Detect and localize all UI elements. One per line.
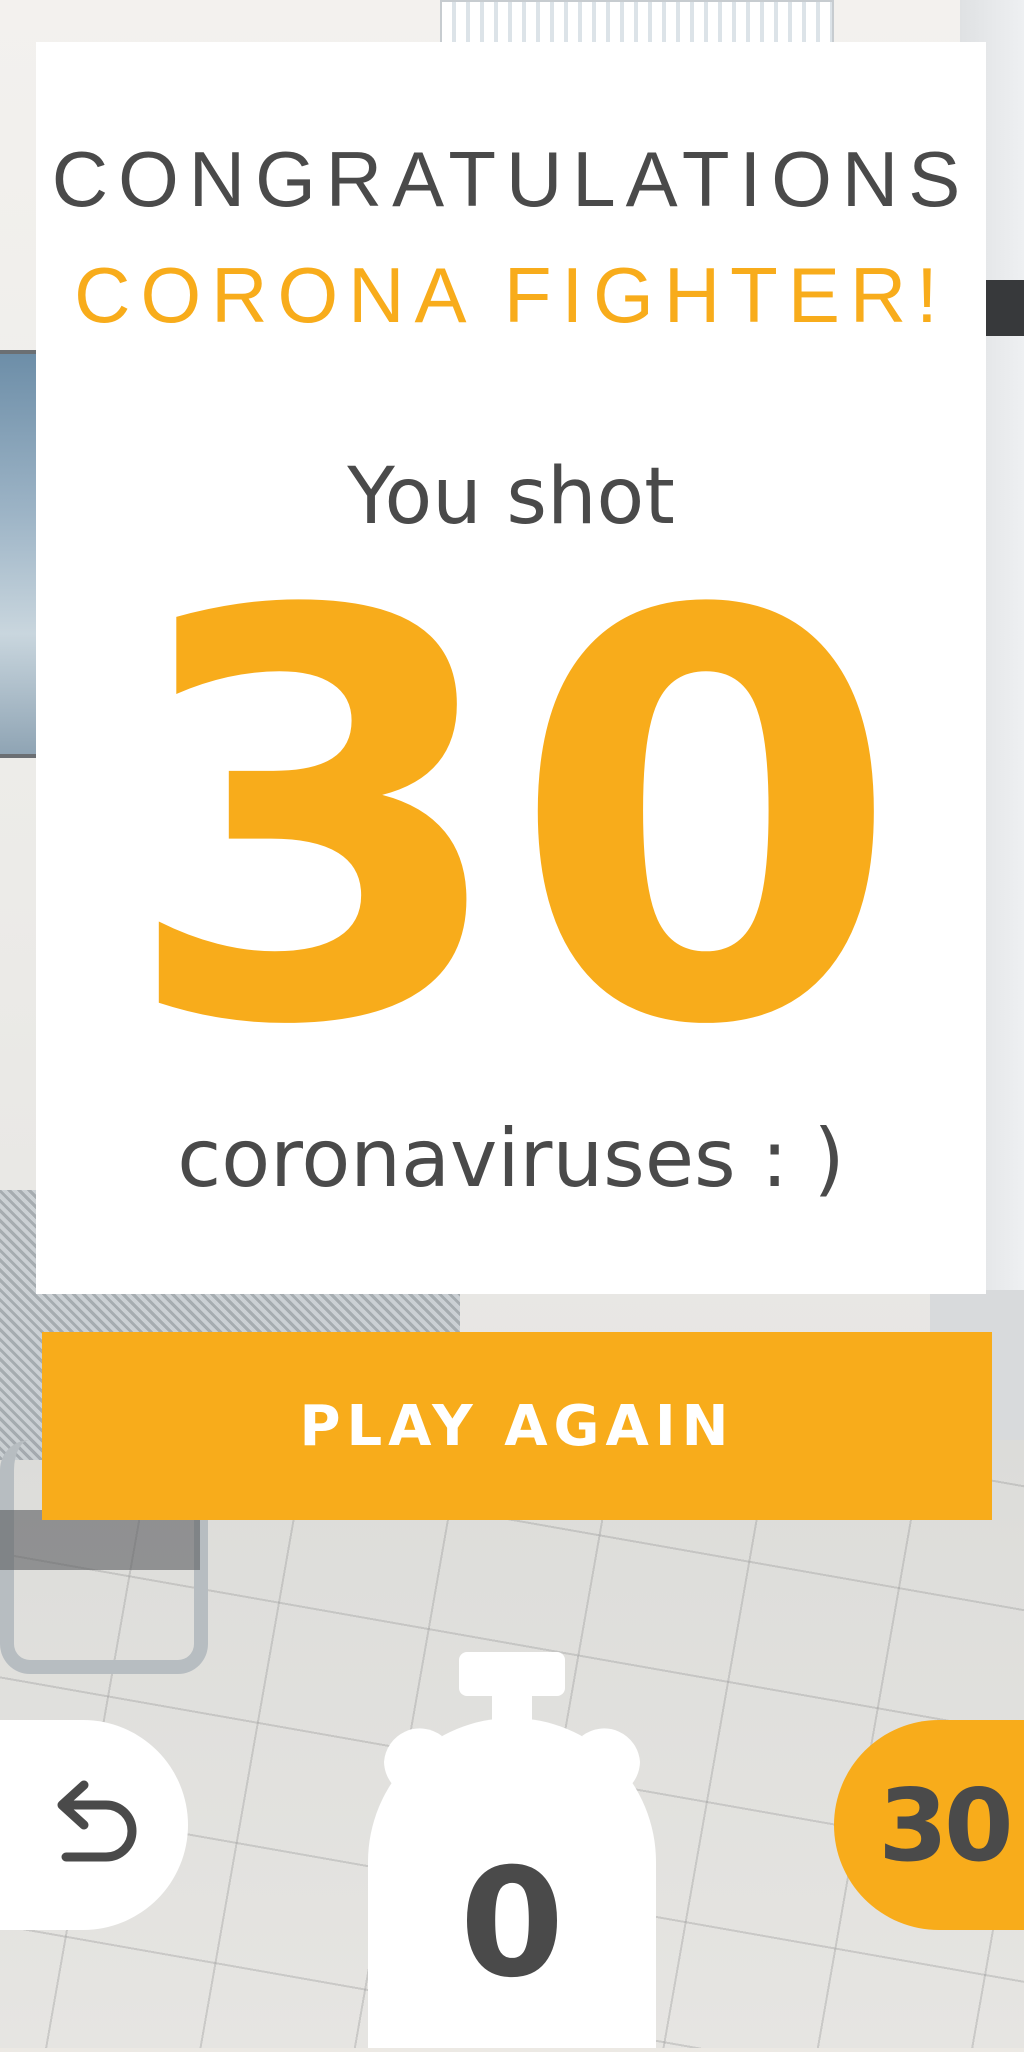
congratulations-heading: CONGRATULATIONS bbox=[51, 135, 971, 223]
result-card: CONGRATULATIONS CORONA FIGHTER! You shot… bbox=[36, 42, 986, 1294]
corona-fighter-heading: CORONA FIGHTER! bbox=[74, 251, 948, 339]
wall-sign bbox=[985, 280, 1024, 336]
wall-painting bbox=[0, 350, 40, 758]
ceiling-light bbox=[440, 0, 834, 46]
undo-arrow-icon bbox=[57, 1780, 137, 1862]
timer-value: 0 bbox=[459, 1837, 565, 2011]
stopwatch-timer: 0 bbox=[368, 1652, 656, 2048]
coronaviruses-text: coronaviruses : ) bbox=[177, 1112, 845, 1205]
score-badge-value: 30 bbox=[878, 1766, 1013, 1884]
play-again-button[interactable]: PLAY AGAIN bbox=[42, 1332, 992, 1520]
final-score: 30 bbox=[121, 496, 901, 1148]
